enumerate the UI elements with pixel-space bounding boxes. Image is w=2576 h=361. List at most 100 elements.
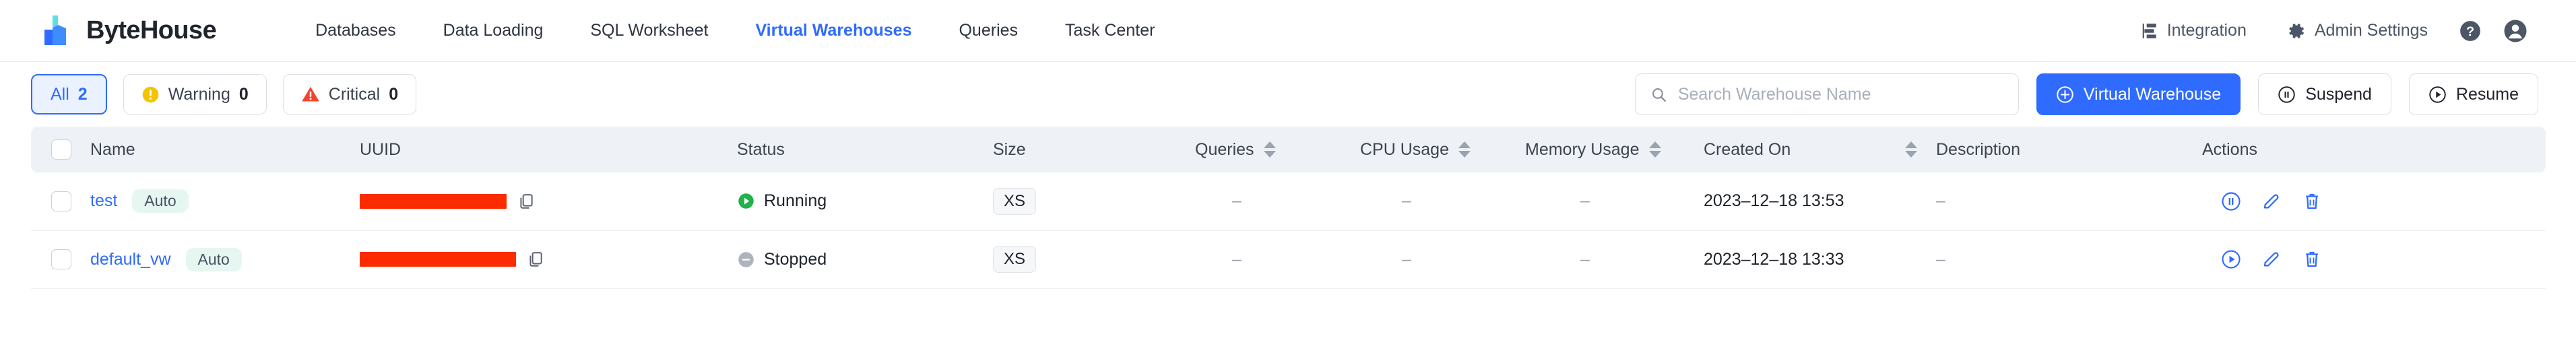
warehouse-table-container: Name UUID Status Size Queries CPU Usage … <box>0 127 2576 289</box>
integration-icon <box>2142 23 2156 38</box>
nav-item-task-center[interactable]: Task Center <box>1041 21 1178 40</box>
create-virtual-warehouse-button[interactable]: Virtual Warehouse <box>2036 73 2241 115</box>
filter-chip-warning-count: 0 <box>238 84 249 104</box>
column-memory-usage[interactable]: Memory Usage <box>1525 127 1704 172</box>
column-created-on-label: Created On <box>1704 139 1791 159</box>
filter-chip-all-count: 2 <box>77 84 88 104</box>
status-label: Stopped <box>764 249 827 269</box>
row-select-cell <box>31 230 90 289</box>
row-cpu-usage-cell: – <box>1360 172 1525 231</box>
critical-triangle-icon <box>301 86 319 102</box>
header-actions: Integration Admin Settings ? <box>2121 19 2538 43</box>
column-name[interactable]: Name <box>90 127 360 172</box>
column-description[interactable]: Description <box>1936 127 2202 172</box>
row-created-on-cell: 2023–12–18 13:33 <box>1704 230 1936 289</box>
main-nav: Databases Data Loading SQL Worksheet Vir… <box>292 21 1178 40</box>
copy-uuid-icon[interactable] <box>527 251 544 268</box>
warehouse-name-link[interactable]: default_vw <box>90 250 171 269</box>
uuid-redacted-value <box>360 252 516 267</box>
row-actions-cell <box>2202 230 2546 289</box>
row-queries-cell: – <box>1195 172 1360 231</box>
filter-chip-critical[interactable]: Critical 0 <box>282 74 417 114</box>
resume-label: Resume <box>2455 84 2519 104</box>
created-on-value: 2023–12–18 13:53 <box>1704 191 1844 211</box>
filter-chip-all-label: All <box>51 84 69 104</box>
sort-memory-usage-icon[interactable] <box>1648 141 1661 158</box>
column-status[interactable]: Status <box>737 127 993 172</box>
sort-queries-icon[interactable] <box>1263 141 1276 158</box>
status-filter-chips: All 2 Warning 0 Critical 0 <box>31 74 417 114</box>
top-navigation-bar: ByteHouse Databases Data Loading SQL Wor… <box>0 0 2576 62</box>
help-button[interactable]: ? <box>2448 20 2492 42</box>
column-uuid[interactable]: UUID <box>360 127 737 172</box>
column-description-label: Description <box>1936 139 2021 159</box>
row-description-cell: – <box>1936 172 2202 231</box>
memory-usage-value: – <box>1580 249 1590 269</box>
column-name-label: Name <box>90 139 135 159</box>
user-avatar-button[interactable] <box>2492 19 2538 43</box>
edit-icon[interactable] <box>2261 191 2282 211</box>
delete-icon[interactable] <box>2302 249 2322 269</box>
column-queries[interactable]: Queries <box>1195 127 1360 172</box>
description-value: – <box>1936 249 1945 269</box>
column-queries-label: Queries <box>1195 139 1254 159</box>
row-checkbox[interactable] <box>51 249 71 269</box>
pause-icon[interactable] <box>2221 191 2241 211</box>
search-warehouse-box[interactable] <box>1634 73 2019 115</box>
integration-button[interactable]: Integration <box>2121 21 2267 40</box>
admin-settings-button[interactable]: Admin Settings <box>2267 21 2448 40</box>
row-status-cell: Stopped <box>737 230 993 289</box>
admin-settings-label: Admin Settings <box>2314 21 2428 40</box>
queries-value: – <box>1232 191 1242 211</box>
warehouse-name-link[interactable]: test <box>90 191 117 211</box>
brand-name: ByteHouse <box>86 16 217 44</box>
brand-logo[interactable]: ByteHouse <box>39 14 217 48</box>
create-virtual-warehouse-label: Virtual Warehouse <box>2083 84 2222 104</box>
select-all-checkbox[interactable] <box>51 139 71 160</box>
search-input[interactable] <box>1677 84 2003 104</box>
stopped-minus-icon <box>738 251 754 267</box>
bytehouse-logo-icon <box>44 15 66 45</box>
row-status-cell: Running <box>737 172 993 231</box>
suspend-label: Suspend <box>2305 84 2372 104</box>
memory-usage-value: – <box>1580 191 1590 211</box>
warehouse-table: Name UUID Status Size Queries CPU Usage … <box>31 127 2546 289</box>
play-icon[interactable] <box>2221 249 2241 269</box>
sort-cpu-usage-icon[interactable] <box>1458 141 1471 158</box>
suspend-button[interactable]: Suspend <box>2258 73 2391 115</box>
help-circle-icon: ? <box>2460 20 2480 41</box>
queries-value: – <box>1232 249 1242 269</box>
row-memory-usage-cell: – <box>1525 230 1704 289</box>
row-uuid-cell <box>360 172 737 231</box>
column-size-label: Size <box>993 139 1026 159</box>
sort-created-on-icon[interactable] <box>1905 141 1917 158</box>
warning-circle-icon <box>142 86 159 102</box>
plus-circle-icon <box>2057 86 2073 103</box>
delete-icon[interactable] <box>2302 191 2322 211</box>
description-value: – <box>1936 191 1945 211</box>
resume-button[interactable]: Resume <box>2408 73 2538 115</box>
play-circle-icon <box>2429 86 2446 103</box>
table-row[interactable]: test Auto Running XS – – – 2023–12–18 13… <box>31 172 2546 231</box>
svg-text:?: ? <box>2466 24 2474 39</box>
copy-uuid-icon[interactable] <box>517 193 535 210</box>
row-checkbox[interactable] <box>51 191 71 211</box>
auto-badge: Auto <box>132 189 189 214</box>
nav-item-virtual-warehouses[interactable]: Virtual Warehouses <box>732 21 935 40</box>
column-actions: Actions <box>2202 127 2546 172</box>
table-row[interactable]: default_vw Auto Stopped XS – – – 2023–12… <box>31 230 2546 289</box>
size-badge: XS <box>993 187 1037 215</box>
column-created-on[interactable]: Created On <box>1704 127 1936 172</box>
filter-chip-warning[interactable]: Warning 0 <box>123 74 267 114</box>
column-cpu-usage-label: CPU Usage <box>1360 139 1449 159</box>
filter-chip-all[interactable]: All 2 <box>31 74 107 114</box>
column-size[interactable]: Size <box>993 127 1195 172</box>
filter-toolbar: All 2 Warning 0 Critical 0 Search Wareho… <box>0 62 2576 127</box>
nav-item-databases[interactable]: Databases <box>292 21 420 40</box>
column-cpu-usage[interactable]: CPU Usage <box>1360 127 1525 172</box>
edit-icon[interactable] <box>2261 249 2282 269</box>
nav-item-data-loading[interactable]: Data Loading <box>420 21 567 40</box>
nav-item-queries[interactable]: Queries <box>935 21 1041 40</box>
nav-item-sql-worksheet[interactable]: SQL Worksheet <box>567 21 732 40</box>
running-play-icon <box>738 193 754 209</box>
